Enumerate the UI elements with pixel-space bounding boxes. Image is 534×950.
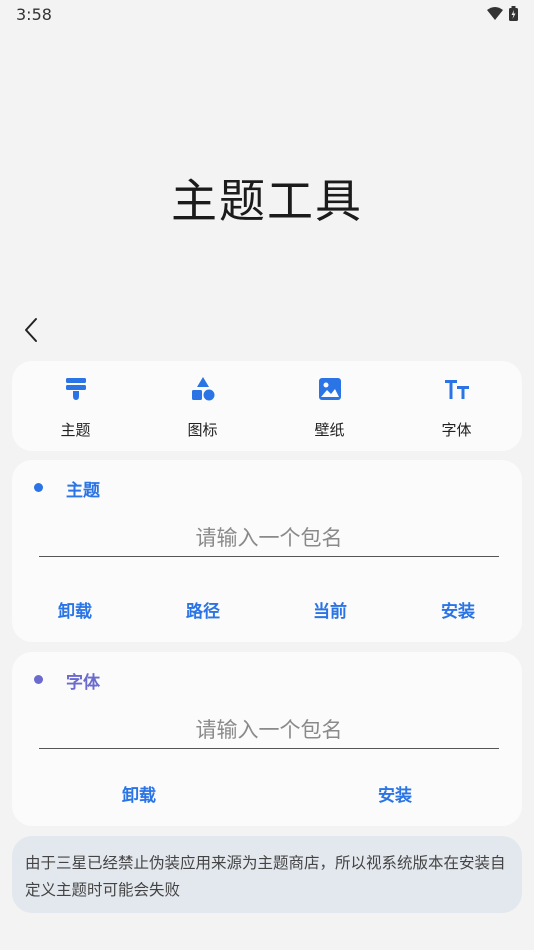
theme-uninstall-button[interactable]: 卸载 <box>35 597 115 622</box>
image-icon <box>318 378 341 400</box>
page-title: 主题工具 <box>171 174 363 228</box>
theme-install-button[interactable]: 安装 <box>418 597 498 622</box>
font-size-icon <box>444 380 469 399</box>
theme-brush-icon <box>65 378 86 400</box>
status-bar: 3:58 <box>0 0 534 30</box>
font-package-input[interactable] <box>39 712 499 749</box>
tab-theme-label: 主题 <box>60 421 91 439</box>
font-uninstall-button[interactable]: 卸载 <box>99 781 179 806</box>
theme-section-dot <box>34 483 43 492</box>
theme-package-input[interactable] <box>39 520 499 557</box>
font-install-button[interactable]: 安装 <box>355 781 435 806</box>
status-icons <box>487 6 518 21</box>
status-time: 3:58 <box>16 5 52 24</box>
chevron-left-icon <box>25 318 37 342</box>
tab-wallpaper-label: 壁纸 <box>314 421 345 439</box>
theme-section-title: 主题 <box>66 481 100 501</box>
tab-theme[interactable]: 主题 <box>12 361 139 451</box>
shapes-icon <box>191 377 214 401</box>
category-tabs: 主题 图标 壁纸 字体 <box>12 361 522 451</box>
tab-icons-label: 图标 <box>187 421 218 439</box>
back-button[interactable] <box>20 315 44 345</box>
tab-font[interactable]: 字体 <box>393 361 520 451</box>
theme-section: 主题 卸载 路径 当前 安装 <box>12 460 522 642</box>
tab-icons[interactable]: 图标 <box>139 361 266 451</box>
theme-current-button[interactable]: 当前 <box>290 597 370 622</box>
compatibility-notice: 由于三星已经禁止伪装应用来源为主题商店，所以视系统版本在安装自定义主题时可能会失… <box>12 836 522 913</box>
font-section-title: 字体 <box>66 673 100 693</box>
font-section: 字体 卸载 安装 <box>12 652 522 826</box>
wifi-icon <box>487 7 503 20</box>
font-section-dot <box>34 675 43 684</box>
battery-icon <box>509 6 518 21</box>
theme-path-button[interactable]: 路径 <box>163 597 243 622</box>
tab-font-label: 字体 <box>441 421 472 439</box>
tab-wallpaper[interactable]: 壁纸 <box>266 361 393 451</box>
